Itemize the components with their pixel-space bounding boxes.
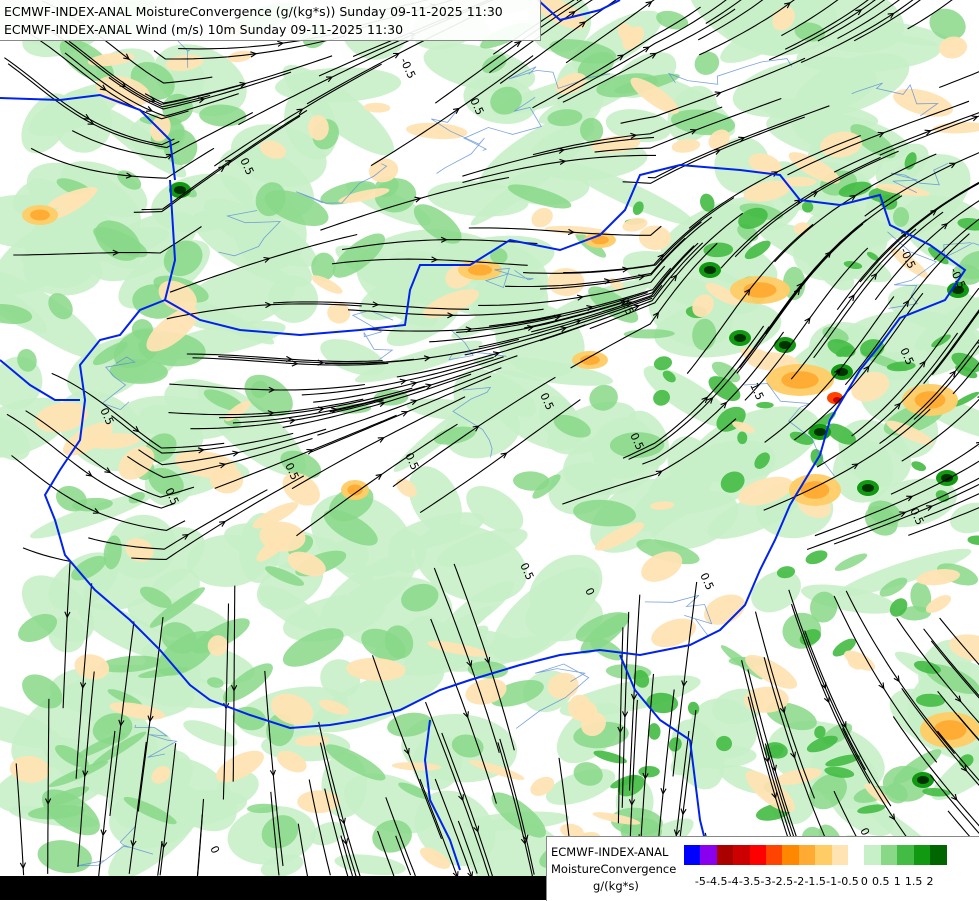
title-moisture-convergence: ECMWF-INDEX-ANAL MoistureConvergence (g/… xyxy=(4,4,503,19)
legend-tick-label: 0.5 xyxy=(872,875,890,888)
title-wind: ECMWF-INDEX-ANAL Wind (m/s) 10m Sunday 0… xyxy=(4,22,404,37)
legend-tick-label: -2 xyxy=(793,875,805,888)
legend-tick-label: 0 xyxy=(860,875,868,888)
legend-variable-name: MoistureConvergence xyxy=(551,862,677,876)
legend-swatch xyxy=(798,845,816,865)
map-canvas: 0.50.5-0.5-0.5-0.50.50.50.5 0.50.50.50.50… xyxy=(0,0,979,900)
legend-tick-label: 2 xyxy=(926,875,934,888)
legend-tick-label: -4.5 xyxy=(706,875,728,888)
legend-model-name: ECMWF-INDEX-ANAL xyxy=(551,845,669,859)
legend-tick-label: -2.5 xyxy=(771,875,794,888)
legend-tick-label: 1 xyxy=(893,875,901,888)
legend-tick-label: -4 xyxy=(727,875,739,888)
color-legend: ECMWF-INDEX-ANAL MoistureConvergence g/(… xyxy=(546,836,979,901)
legend-units: g/(kg*s) xyxy=(593,879,639,893)
legend-tick-label: -5 xyxy=(694,875,706,888)
legend-tick-label: -1.5 xyxy=(804,875,826,888)
moisture-convergence-field xyxy=(0,0,979,900)
legend-swatch xyxy=(864,845,882,865)
legend-tick-label: -1 xyxy=(826,875,838,888)
legend-tick-label: -0.5 xyxy=(837,875,859,888)
legend-swatch xyxy=(831,845,849,865)
legend-swatch xyxy=(897,845,915,865)
legend-swatch xyxy=(930,845,947,865)
legend-swatch xyxy=(913,845,931,865)
legend-swatch xyxy=(700,845,718,865)
legend-swatch xyxy=(766,845,783,865)
bottom-bar xyxy=(0,876,546,900)
legend-swatch xyxy=(716,845,734,865)
legend-tick-label: -3 xyxy=(760,875,772,888)
legend-swatch xyxy=(733,845,751,865)
map-title-box: ECMWF-INDEX-ANAL MoistureConvergence (g/… xyxy=(0,0,541,41)
legend-swatch xyxy=(880,845,898,865)
legend-swatch xyxy=(848,845,865,865)
legend-swatch xyxy=(815,845,833,865)
legend-tick-label: 1.5 xyxy=(904,875,923,888)
legend-swatch xyxy=(782,845,800,865)
legend-swatch xyxy=(749,845,767,865)
legend-tick-label: -3.5 xyxy=(738,875,761,888)
legend-swatch xyxy=(684,845,701,865)
